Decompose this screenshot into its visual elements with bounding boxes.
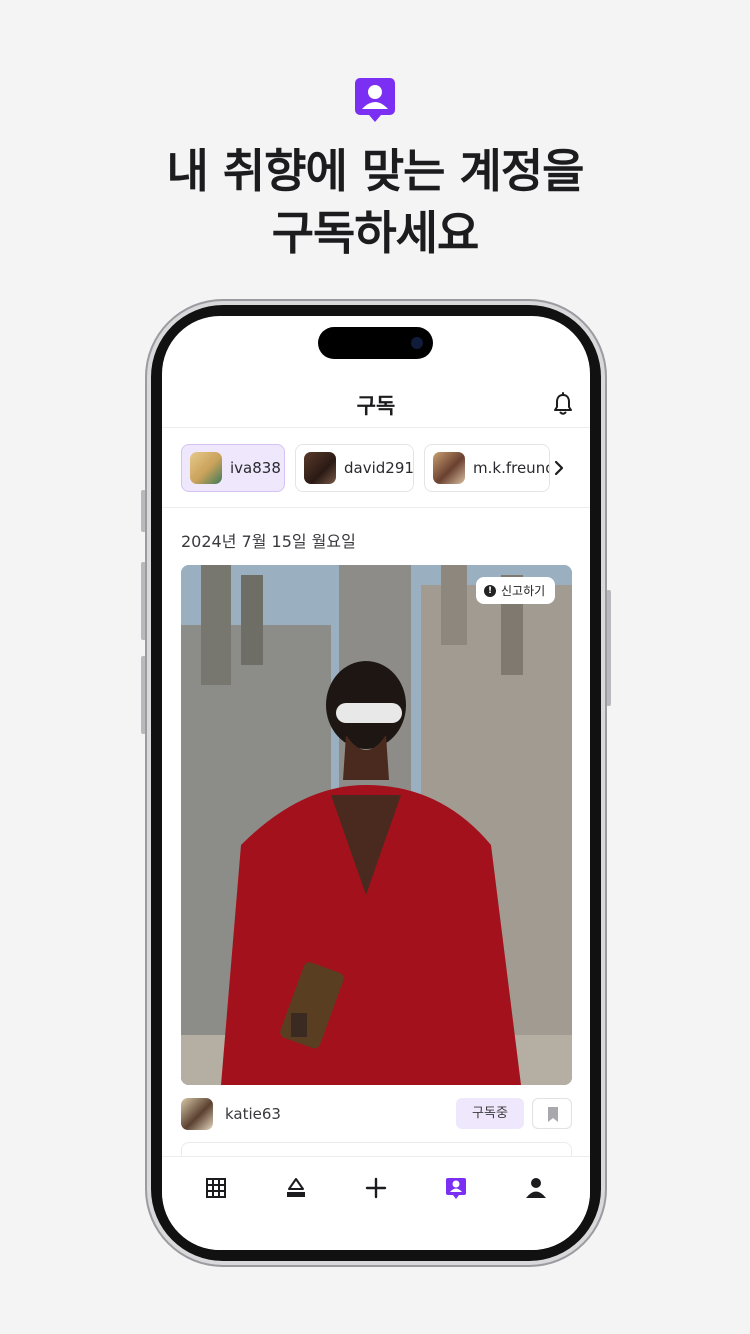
phone-screen: 구독 iva838 david291 m.k.freund 2024년 7월 1… [162,316,590,1250]
chip-iva838[interactable]: iva838 [181,444,285,492]
nav-bar: 구독 [162,378,590,428]
photo-illustration [181,565,572,1085]
chip-m-k-freund[interactable]: m.k.freund [424,444,550,492]
plus-icon[interactable] [363,1175,389,1201]
profile-icon[interactable] [523,1175,549,1201]
headline-line-1: 내 취향에 맞는 계정을 [166,144,585,198]
tab-bar [162,1156,590,1250]
chip-label: m.k.freund [473,459,550,477]
post-date: 2024년 7월 15일 월요일 [181,532,356,551]
headline-line-2: 구독하세요 [271,206,480,260]
subscription-icon[interactable] [443,1175,469,1201]
chip-david291[interactable]: david291 [295,444,414,492]
dynamic-island [318,327,433,359]
author-avatar[interactable] [181,1098,213,1130]
avatar [433,452,465,484]
report-label: 신고하기 [501,584,546,598]
chip-label: david291 [344,459,414,477]
subscribed-button[interactable]: 구독중 [456,1098,524,1129]
chip-label: iva838 [230,459,281,477]
headline: 내 취향에 맞는 계정을 구독하세요 [0,140,750,264]
report-button[interactable]: ! 신고하기 [476,577,556,604]
bookmark-button[interactable] [532,1098,572,1129]
chevron-right-icon[interactable] [552,458,566,478]
camera-icon [411,337,423,349]
author-name[interactable]: katie63 [225,1105,281,1123]
subscription-chips: iva838 david291 m.k.freund [162,428,590,508]
nav-title: 구독 [356,394,396,418]
subscription-person-icon [355,78,395,122]
post-photo[interactable]: ! 신고하기 [181,565,572,1085]
bell-icon[interactable] [552,392,574,416]
avatar [304,452,336,484]
alert-icon: ! [484,584,496,597]
avatar [190,452,222,484]
closet-icon[interactable] [283,1175,309,1201]
bookmark-icon [548,1107,558,1122]
grid-icon[interactable] [203,1175,229,1201]
